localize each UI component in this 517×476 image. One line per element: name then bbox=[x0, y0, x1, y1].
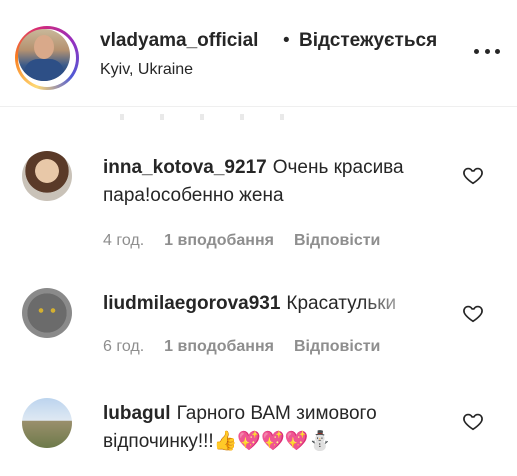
profile-username[interactable]: vladyama_official bbox=[100, 30, 258, 52]
commenter-avatar[interactable] bbox=[22, 288, 72, 338]
scrolled-content-remnant bbox=[120, 114, 320, 120]
post-header: vladyama_official • Відстежується Kyiv, … bbox=[0, 0, 517, 107]
commenter-username[interactable]: lubagul bbox=[103, 403, 171, 424]
following-status-button[interactable]: Відстежується bbox=[299, 30, 437, 52]
comment-meta: 6 год. 1 вподобання Відповісти bbox=[103, 338, 380, 356]
comment-meta: 4 год. 1 вподобання Відповісти bbox=[103, 232, 380, 250]
separator-dot: • bbox=[283, 30, 290, 51]
commenter-avatar[interactable] bbox=[22, 398, 72, 448]
comment-item: lubagul Гарного ВАМ зимового відпочинку!!… bbox=[0, 392, 517, 476]
location-link[interactable]: Kyiv, Ukraine bbox=[100, 61, 193, 79]
heart-outline-icon[interactable] bbox=[462, 410, 484, 432]
comment-text: inna_kotova_9217 Очень красива пара!особе… bbox=[103, 154, 443, 210]
reply-button[interactable]: Відповісти bbox=[294, 232, 380, 250]
reply-button[interactable]: Відповісти bbox=[294, 338, 380, 356]
comment-text: lubagul Гарного ВАМ зимового відпочинку!!… bbox=[103, 400, 433, 456]
comment-item: inna_kotova_9217 Очень красива пара!особе… bbox=[0, 146, 517, 256]
comment-text: liudmilaegorova931 Красатульки bbox=[103, 290, 425, 318]
comment-body: Красатульки bbox=[286, 293, 397, 314]
comment-likes-button[interactable]: 1 вподобання bbox=[164, 232, 274, 250]
comment-likes-button[interactable]: 1 вподобання bbox=[164, 338, 274, 356]
comment-time[interactable]: 4 год. bbox=[103, 232, 144, 250]
heart-outline-icon[interactable] bbox=[462, 164, 484, 186]
commenter-username[interactable]: inna_kotova_9217 bbox=[103, 157, 267, 178]
comment-time[interactable]: 6 год. bbox=[103, 338, 144, 356]
more-options-icon[interactable] bbox=[474, 38, 500, 64]
commenter-avatar[interactable] bbox=[22, 151, 72, 201]
comment-item: liudmilaegorova931 Красатульки 6 год. 1 в… bbox=[0, 282, 517, 372]
profile-avatar[interactable] bbox=[15, 26, 79, 90]
commenter-username[interactable]: liudmilaegorova931 bbox=[103, 293, 280, 314]
heart-outline-icon[interactable] bbox=[462, 302, 484, 324]
